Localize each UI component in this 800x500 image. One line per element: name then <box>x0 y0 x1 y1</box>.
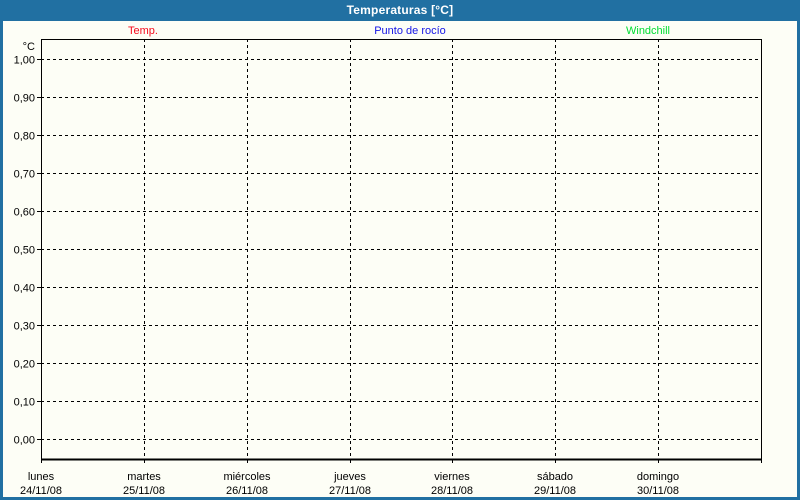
svg-text:miércoles: miércoles <box>223 471 271 483</box>
svg-text:27/11/08: 27/11/08 <box>329 485 371 497</box>
chart-area: Temp. Punto de rocío Windchill 1,00 0,90 0,8… <box>3 21 797 497</box>
plot-grid: 1,00 0,90 0,80 0,70 0,60 0,50 0,40 0,30 0,20 0,10… <box>14 39 762 497</box>
svg-text:0,70: 0,70 <box>14 169 35 181</box>
svg-text:°C: °C <box>23 41 35 53</box>
svg-text:26/11/08: 26/11/08 <box>226 485 268 497</box>
svg-text:28/11/08: 28/11/08 <box>431 485 473 497</box>
svg-text:29/11/08: 29/11/08 <box>534 485 576 497</box>
svg-text:0,00: 0,00 <box>14 435 35 447</box>
svg-text:domingo: domingo <box>637 471 679 483</box>
svg-text:martes: martes <box>127 471 161 483</box>
svg-text:0,40: 0,40 <box>14 283 35 295</box>
svg-text:0,10: 0,10 <box>14 397 35 409</box>
svg-text:25/11/08: 25/11/08 <box>123 485 165 497</box>
svg-text:sábado: sábado <box>537 471 573 483</box>
chart-title: Temperaturas [°C] <box>346 3 454 17</box>
svg-text:viernes: viernes <box>434 471 470 483</box>
svg-text:jueves: jueves <box>333 471 366 483</box>
svg-text:0,90: 0,90 <box>14 93 35 105</box>
svg-text:0,50: 0,50 <box>14 245 35 257</box>
svg-text:0,20: 0,20 <box>14 359 35 371</box>
svg-text:1,00: 1,00 <box>14 55 35 67</box>
chart-window: Temperaturas [°C] Temp. Punto de rocío Win… <box>0 0 800 500</box>
svg-text:30/11/08: 30/11/08 <box>637 485 679 497</box>
svg-text:0,60: 0,60 <box>14 207 35 219</box>
svg-text:24/11/08: 24/11/08 <box>20 485 62 497</box>
svg-text:lunes: lunes <box>28 471 55 483</box>
svg-text:0,80: 0,80 <box>14 131 35 143</box>
svg-text:0,30: 0,30 <box>14 321 35 333</box>
